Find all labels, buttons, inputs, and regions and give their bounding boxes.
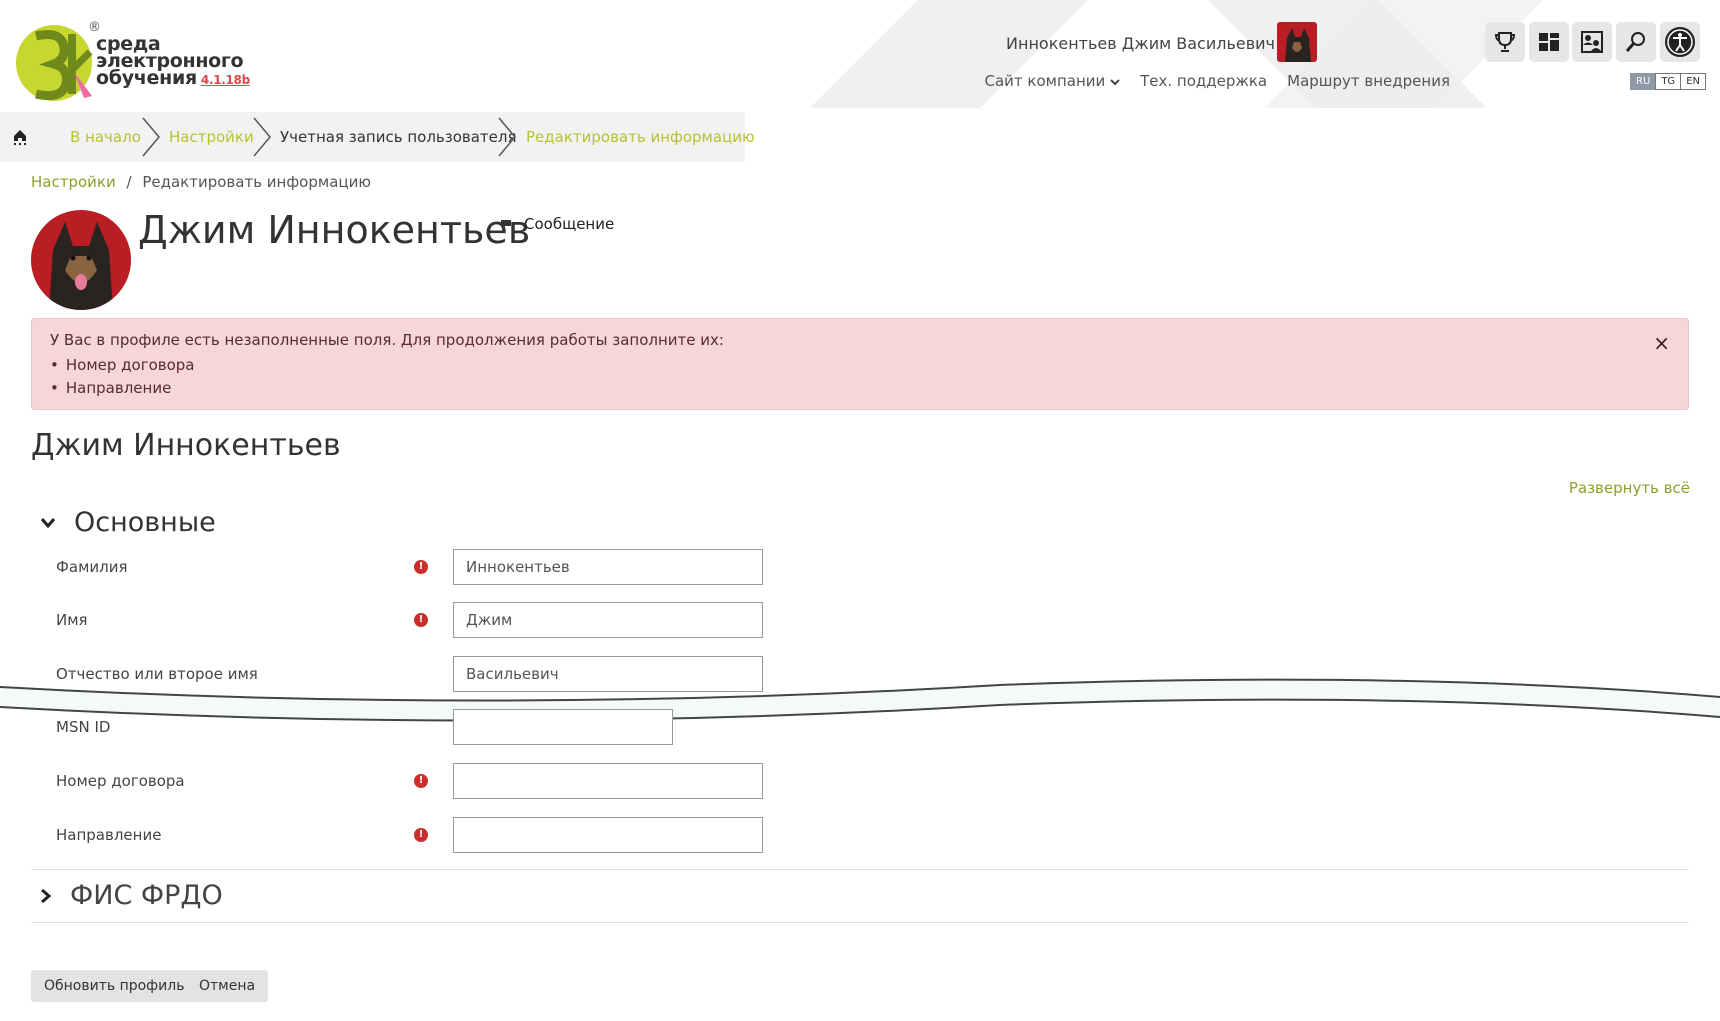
chevron-down-icon [40, 517, 56, 528]
fieldset-main-title: Основные [74, 507, 216, 538]
search-icon [1625, 32, 1645, 52]
label-lastname: Фамилия [56, 558, 128, 576]
lastname-input[interactable]: Иннокентьев [453, 549, 763, 585]
page-break-wave [0, 678, 1720, 722]
accessibility-button[interactable] [1660, 22, 1700, 62]
label-contract-number: Номер договора [56, 772, 185, 790]
alert-list-item: Направление [50, 377, 195, 400]
label-direction: Направление [56, 826, 162, 844]
label-msn: MSN ID [56, 718, 111, 736]
message-icon [501, 219, 511, 229]
logo-version: 4.1.18b [200, 73, 250, 87]
page-breadcrumb-separator: / [126, 173, 132, 191]
message-label: Сообщение [524, 215, 615, 233]
label-firstname: Имя [56, 611, 88, 629]
lang-tg[interactable]: TG [1655, 73, 1682, 90]
cancel-button[interactable]: Отмена [186, 970, 269, 1002]
logo-line-3: обучения [96, 67, 197, 89]
breadcrumb-item-edit[interactable]: Редактировать информацию [526, 112, 755, 162]
accessibility-icon [1665, 27, 1695, 57]
language-switcher: RU TG EN [1630, 73, 1706, 90]
trophy-button[interactable] [1485, 22, 1525, 62]
logo-mark[interactable] [14, 22, 94, 104]
logo-text[interactable]: среда электронного обучения 4.1.18b [96, 35, 250, 89]
firstname-input[interactable]: Джим [453, 602, 763, 638]
divider [31, 922, 1689, 923]
breadcrumb-separator-icon [498, 117, 516, 157]
alert-list: Номер договора Направление [50, 354, 195, 400]
lang-ru[interactable]: RU [1630, 73, 1657, 90]
expand-all-link[interactable]: Развернуть всё [1569, 479, 1690, 497]
nav-route[interactable]: Маршрут внедрения [1287, 72, 1450, 90]
user-switch-button[interactable] [1572, 22, 1612, 62]
page-breadcrumb-current: Редактировать информацию [142, 173, 371, 191]
close-icon[interactable]: × [1653, 331, 1670, 355]
update-profile-button[interactable]: Обновить профиль [31, 970, 198, 1002]
user-name[interactable]: Иннокентьев Джим Васильевич [1006, 34, 1275, 53]
divider [31, 869, 1689, 870]
form-title: Джим Иннокентьев [31, 428, 341, 463]
required-icon: ! [414, 774, 428, 788]
dashboard-button[interactable] [1529, 22, 1569, 62]
breadcrumb-home[interactable] [0, 112, 40, 162]
breadcrumb-separator-icon [253, 117, 271, 157]
required-icon: ! [414, 828, 428, 842]
breadcrumb-item-account: Учетная запись пользователя [280, 128, 517, 146]
breadcrumb-item-home[interactable]: В начало [70, 112, 141, 162]
trophy-icon [1494, 32, 1516, 52]
lang-en[interactable]: EN [1680, 73, 1706, 90]
breadcrumb-separator-icon [142, 117, 160, 157]
required-icon: ! [414, 560, 428, 574]
page-breadcrumb-settings[interactable]: Настройки [31, 173, 116, 191]
contract-number-input[interactable] [453, 763, 763, 799]
fieldset-fis-toggle[interactable]: ФИС ФРДО [40, 880, 223, 911]
nav-company-site[interactable]: Сайт компании [985, 72, 1121, 90]
home-icon [14, 130, 26, 145]
fieldset-main-toggle[interactable]: Основные [40, 507, 216, 538]
nav-support[interactable]: Тех. поддержка [1140, 72, 1267, 90]
profile-avatar [31, 210, 131, 310]
direction-input[interactable] [453, 817, 763, 853]
incomplete-profile-alert: У Вас в профиле есть незаполненные поля.… [31, 318, 1689, 410]
search-button[interactable] [1616, 22, 1656, 62]
alert-list-item: Номер договора [50, 354, 195, 377]
message-link[interactable]: Сообщение [500, 215, 614, 233]
alert-text: У Вас в профиле есть незаполненные поля.… [50, 331, 724, 349]
fieldset-fis-title: ФИС ФРДО [70, 880, 223, 911]
user-switch-icon [1581, 31, 1603, 53]
chevron-right-icon [41, 888, 52, 903]
required-icon: ! [414, 613, 428, 627]
chevron-down-icon [1110, 79, 1120, 86]
user-avatar[interactable] [1277, 22, 1317, 62]
header-nav: Сайт компании Тех. поддержка Маршрут вне… [985, 72, 1450, 90]
dashboard-icon [1539, 33, 1559, 51]
profile-name: Джим Иннокентьев [138, 208, 531, 252]
msn-input[interactable] [453, 709, 673, 745]
breadcrumb-item-settings[interactable]: Настройки [169, 112, 254, 162]
page-breadcrumb: Настройки / Редактировать информацию [31, 173, 371, 191]
